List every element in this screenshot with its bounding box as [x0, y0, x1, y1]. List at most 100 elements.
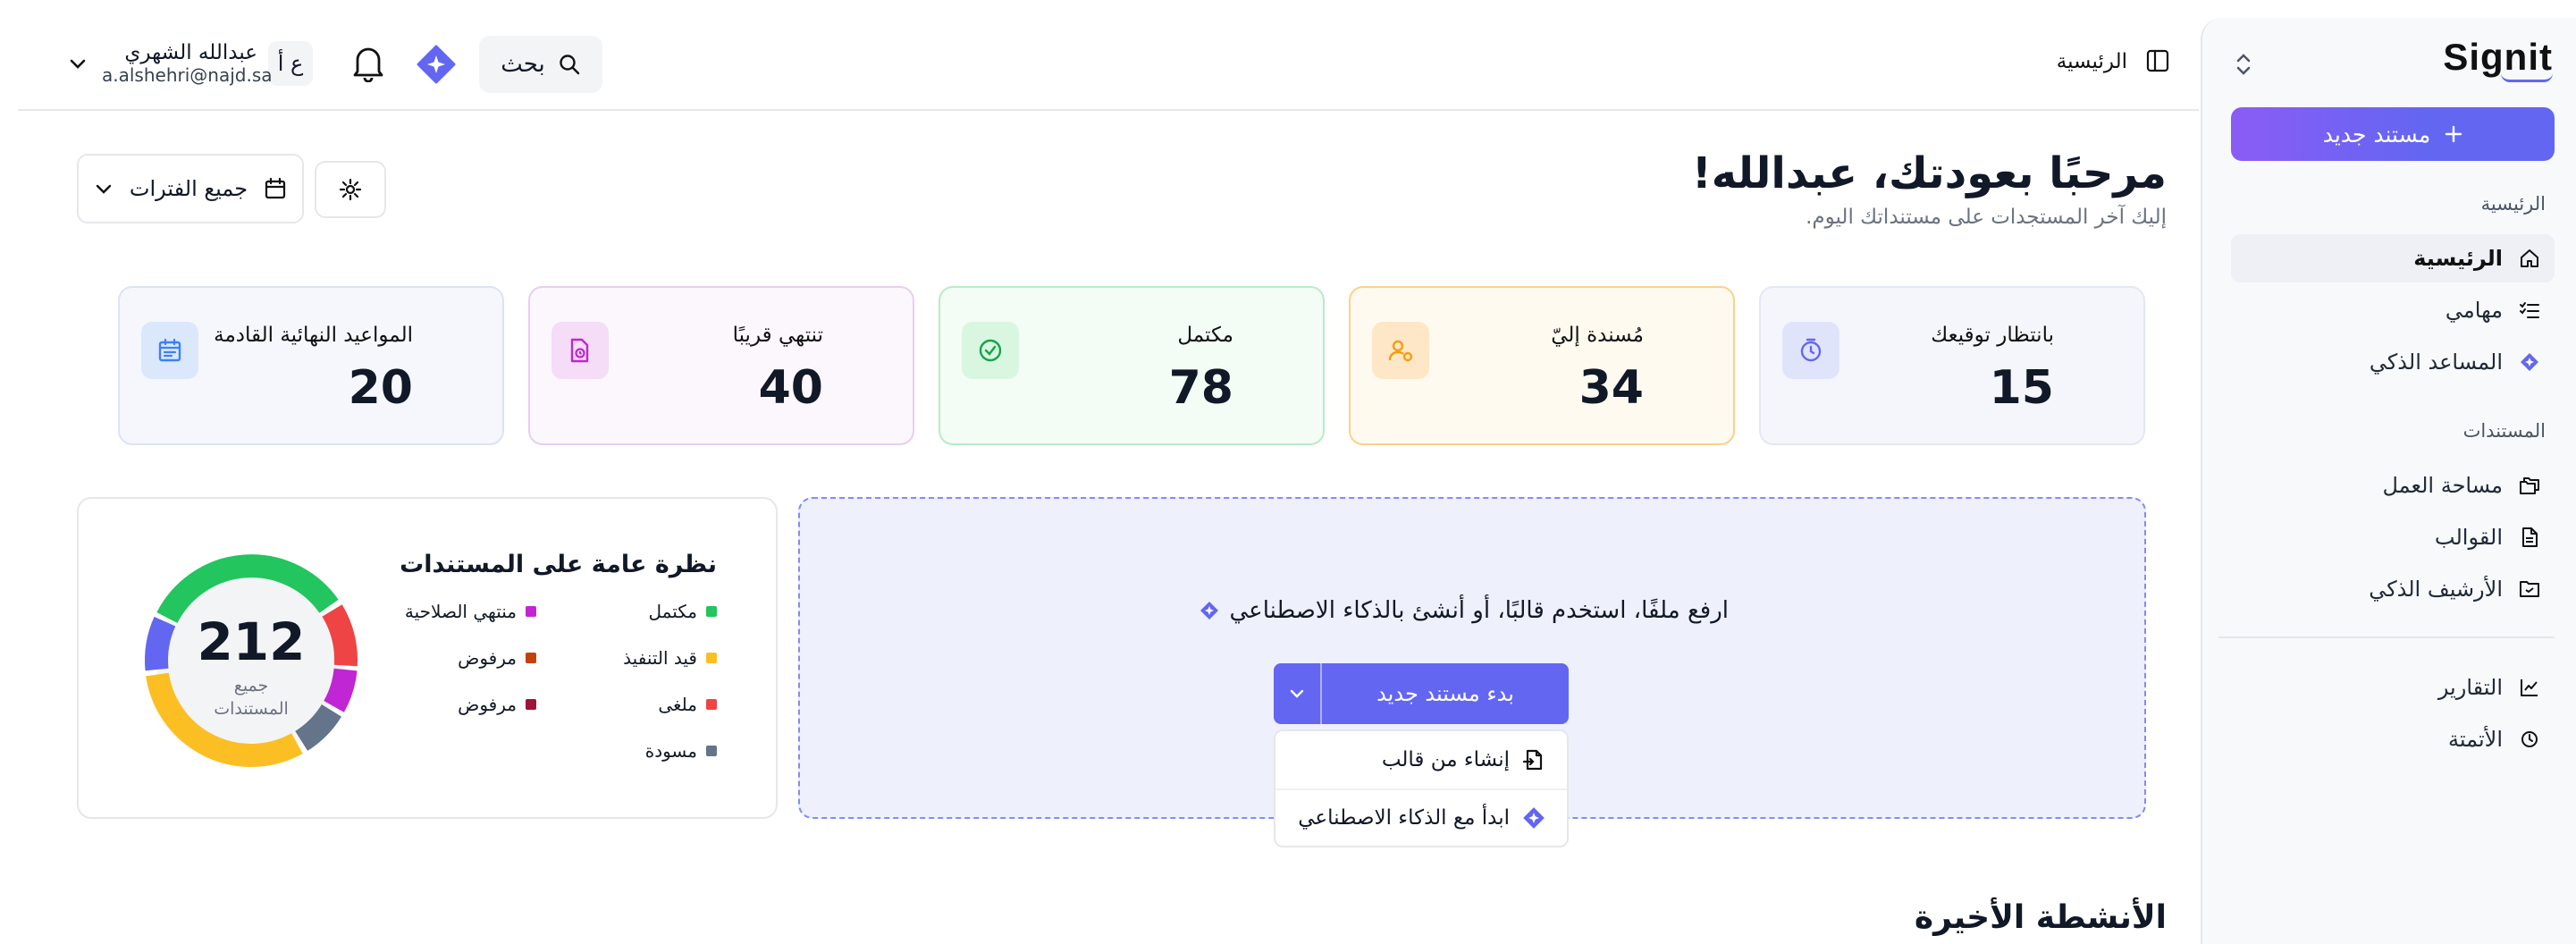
- signature-timer-icon: [1782, 322, 1839, 379]
- stat-card-awaiting-signature[interactable]: بانتظار توقيعك 15: [1759, 286, 2145, 445]
- menu-item-from-template[interactable]: إنشاء من قالب: [1275, 731, 1567, 788]
- chevron-down-icon: [1290, 689, 1304, 698]
- settings-button[interactable]: [315, 161, 386, 218]
- section-title-home: الرئيسية: [2480, 193, 2546, 215]
- legend-label: منتهي الصلاحية: [404, 601, 517, 622]
- page-title: مرحبًا بعودتك، عبدالله!: [1691, 148, 2167, 198]
- sidebar-collapse-icon[interactable]: [2229, 46, 2258, 82]
- sidebar-item-label: المساعد الذكي: [2369, 350, 2503, 375]
- period-filter-label: جميع الفترات: [129, 176, 248, 201]
- sidebar-item-templates[interactable]: القوالب: [2231, 513, 2555, 561]
- ai-sparkle-icon: [1523, 807, 1545, 829]
- period-filter-dropdown[interactable]: جميع الفترات: [77, 154, 304, 223]
- user-assign-icon: [1372, 322, 1429, 379]
- sidebar: Signit مستند جديد الرئيسية الرئيسية مهام…: [2201, 18, 2576, 944]
- stat-value: 15: [1989, 361, 2054, 415]
- stat-value: 20: [348, 361, 413, 415]
- donut-total-label-line: جميع: [233, 676, 269, 695]
- donut-total-label: جميع المستندات: [130, 674, 372, 721]
- ai-assistant-icon[interactable]: [417, 45, 456, 84]
- plus-icon: [2446, 125, 2462, 143]
- donut-total: 212: [197, 611, 306, 672]
- signit-logo[interactable]: Signit: [2443, 36, 2553, 89]
- stat-card-completed[interactable]: مكتمل 78: [939, 286, 1325, 445]
- stat-label: تنتهي قريبًا: [732, 324, 823, 347]
- gear-icon: [339, 178, 362, 201]
- legend-item: منتهي الصلاحية: [405, 601, 536, 622]
- toggle-sidebar-icon[interactable]: [2145, 48, 2172, 75]
- archive-folder-icon: [2517, 577, 2542, 602]
- search-button[interactable]: بحث: [479, 36, 602, 93]
- legend-swatch: [526, 653, 536, 663]
- upload-prompt: ارفع ملفًا، استخدم قالبًا، أو أنشئ بالذك…: [1200, 597, 1729, 624]
- sidebar-item-label: الأرشيف الذكي: [2369, 577, 2503, 602]
- sidebar-item-label: مهامي: [2445, 298, 2503, 323]
- stat-card-expiring-soon[interactable]: تنتهي قريبًا 40: [528, 286, 914, 445]
- sidebar-item-ai-assistant[interactable]: المساعد الذكي: [2231, 338, 2555, 386]
- legend-label: مسودة: [644, 740, 697, 762]
- start-new-document-label: بدء مستند جديد: [1376, 681, 1514, 706]
- menu-item-label: إنشاء من قالب: [1381, 748, 1510, 771]
- checklist-icon: [2517, 298, 2542, 323]
- menu-item-start-with-ai[interactable]: ابدأ مع الذكاء الاصطناعي: [1275, 788, 1567, 846]
- legend-item: قيد التنفيذ: [623, 647, 717, 669]
- stat-label: بانتظار توقيعك: [1931, 324, 2054, 347]
- document-icon: [2517, 525, 2542, 550]
- page-subtitle: إليك آخر المستجدات على مستنداتك اليوم.: [1806, 206, 2167, 229]
- home-icon: [2517, 246, 2542, 271]
- legend-item: مسودة: [645, 740, 717, 762]
- overview-title: نظرة عامة على المستندات: [400, 551, 717, 578]
- legend-label: مكتمل: [648, 601, 697, 622]
- sidebar-item-home[interactable]: الرئيسية: [2231, 234, 2555, 282]
- app: Signit مستند جديد الرئيسية الرئيسية مهام…: [0, 0, 2576, 944]
- sidebar-item-smart-archive[interactable]: الأرشيف الذكي: [2231, 565, 2555, 613]
- legend-swatch: [706, 653, 717, 663]
- search-icon: [560, 55, 579, 75]
- sidebar-divider: [2218, 636, 2555, 638]
- sidebar-item-workspace[interactable]: مساحة العمل: [2231, 461, 2555, 510]
- legend-swatch: [526, 606, 536, 617]
- upload-dropzone[interactable]: ارفع ملفًا، استخدم قالبًا، أو أنشئ بالذك…: [798, 497, 2146, 847]
- start-options-menu: إنشاء من قالب ابدأ مع الذكاء الاصطناعي: [1274, 729, 1569, 847]
- sidebar-item-label: التقارير: [2437, 675, 2503, 700]
- sidebar-item-my-tasks[interactable]: مهامي: [2231, 286, 2555, 334]
- stat-label: مكتمل: [1177, 324, 1233, 347]
- stat-card-assigned-to-me[interactable]: مُسندة إليّ 34: [1349, 286, 1735, 445]
- check-circle-icon: [962, 322, 1019, 379]
- logo-text: Signit: [2443, 36, 2553, 78]
- search-label: بحث: [501, 51, 545, 78]
- stat-card-upcoming-deadlines[interactable]: المواعيد النهائية القادمة 20: [118, 286, 504, 445]
- sidebar-item-automation[interactable]: الأتمتة: [2231, 715, 2555, 763]
- legend-swatch: [706, 746, 717, 756]
- section-title-documents: المستندات: [2462, 420, 2546, 442]
- document-clock-icon: [551, 322, 609, 379]
- sidebar-item-label: الرئيسية: [2413, 246, 2503, 271]
- language-switch[interactable]: ع أ: [268, 41, 313, 86]
- ai-sparkle-icon: [1200, 602, 1218, 620]
- stat-label: مُسندة إليّ: [1551, 324, 1644, 347]
- start-options-dropdown[interactable]: [1274, 663, 1322, 724]
- breadcrumb[interactable]: الرئيسية: [2057, 50, 2127, 73]
- legend-label: قيد التنفيذ: [623, 647, 697, 669]
- new-document-label: مستند جديد: [2322, 121, 2431, 148]
- legend-item: مكتمل: [648, 601, 717, 622]
- legend-label: مرفوض: [458, 647, 517, 669]
- top-header: الرئيسية بحث ع أ عبدالله الشهري a.alsheh…: [18, 0, 2199, 111]
- notifications-bell-icon[interactable]: [350, 43, 390, 84]
- sidebar-item-label: القوالب: [2434, 525, 2503, 550]
- start-new-document-button[interactable]: بدء مستند جديد: [1274, 663, 1569, 724]
- stat-value: 40: [758, 361, 823, 415]
- recent-activities-title: الأنشطة الأخيرة: [1914, 899, 2167, 936]
- chart-line-icon: [2517, 675, 2542, 700]
- donut-total-label-line: المستندات: [214, 699, 289, 719]
- calendar-list-icon: [141, 322, 198, 379]
- sidebar-item-reports[interactable]: التقارير: [2231, 663, 2555, 712]
- file-import-icon: [1522, 749, 1543, 771]
- new-document-button[interactable]: مستند جديد: [2231, 107, 2555, 161]
- chevron-down-icon[interactable]: [68, 55, 89, 73]
- upload-prompt-text: ارفع ملفًا، استخدم قالبًا، أو أنشئ بالذك…: [1229, 597, 1729, 624]
- menu-item-label: ابدأ مع الذكاء الاصطناعي: [1298, 806, 1510, 830]
- stat-value: 34: [1578, 361, 1644, 415]
- legend-swatch: [706, 606, 717, 617]
- user-name[interactable]: عبدالله الشهري: [123, 41, 257, 64]
